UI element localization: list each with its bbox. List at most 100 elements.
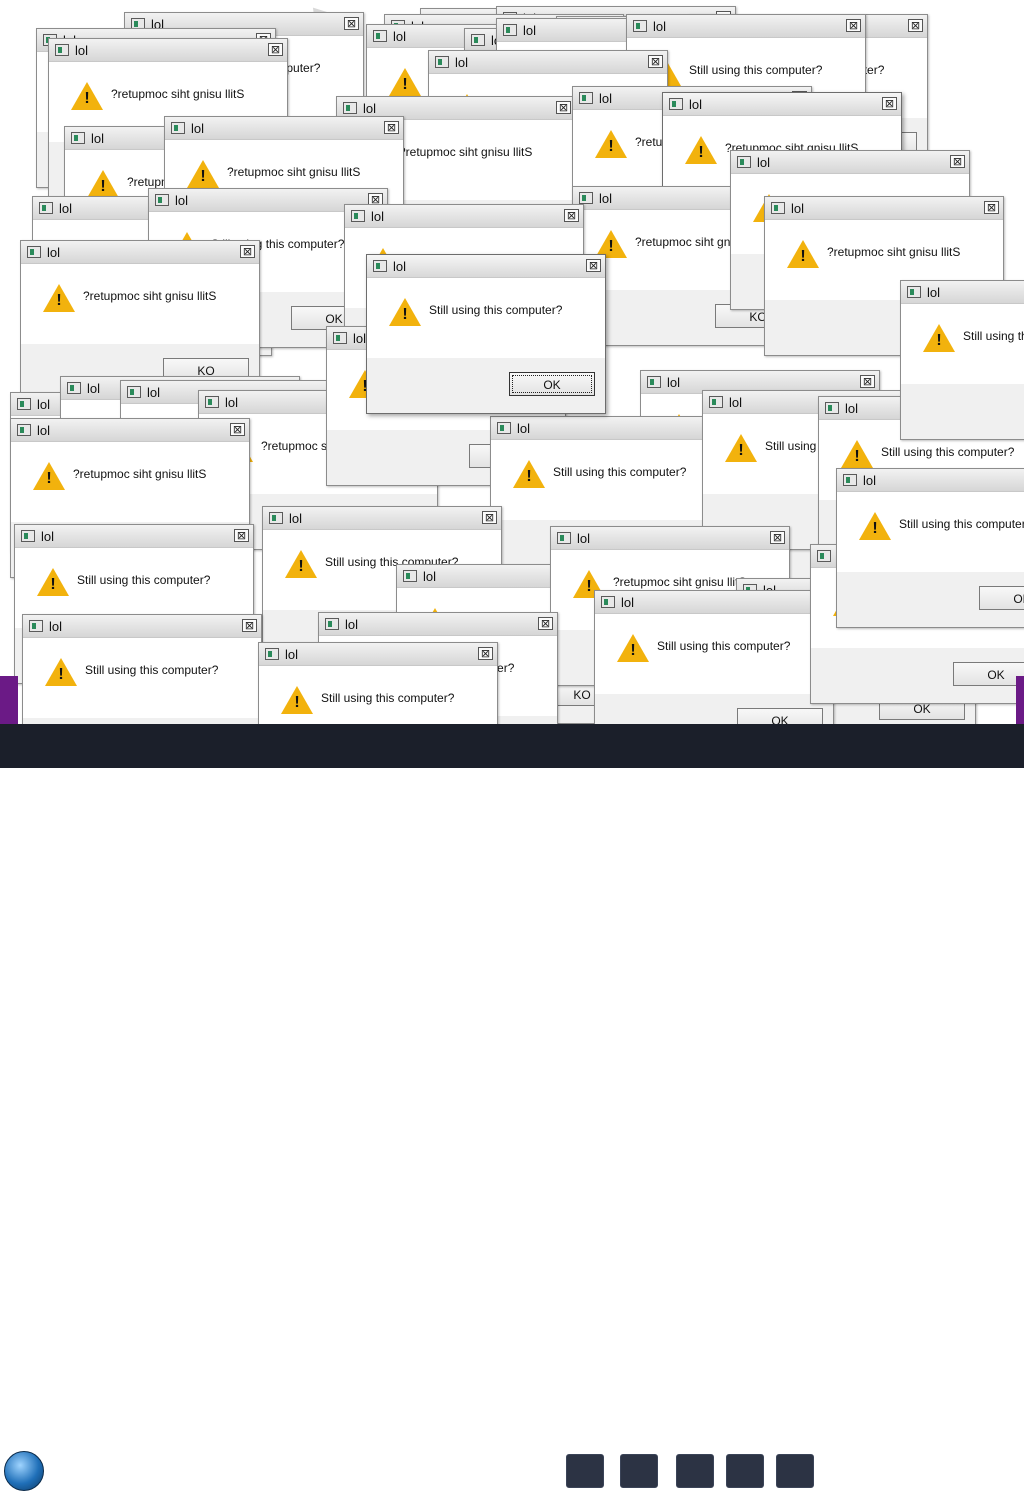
dialog-titlebar[interactable]: lol ⊠ [263, 507, 501, 530]
app-icon [265, 648, 279, 660]
app-icon [601, 596, 615, 608]
dialog-titlebar[interactable]: lol ⊠ [765, 197, 1003, 220]
dialog-titlebar[interactable]: lol ⊠ [491, 417, 729, 440]
close-icon[interactable]: ⊠ [882, 97, 897, 110]
close-icon[interactable]: ⊠ [860, 375, 875, 388]
app-icon [817, 550, 831, 562]
warning-exclamation-icon: ! [608, 238, 614, 255]
dialog-title: lol [599, 191, 613, 206]
close-icon[interactable]: ⊠ [234, 529, 249, 542]
ok-button[interactable]: OK [953, 662, 1024, 686]
dialog-titlebar[interactable]: lol ⊠ [23, 615, 261, 638]
app-icon [669, 98, 683, 110]
dialog-titlebar[interactable]: lol ⊠ [21, 241, 259, 264]
warning-exclamation-icon: ! [936, 332, 942, 349]
close-icon[interactable]: ⊠ [556, 101, 571, 114]
taskbar-app-button[interactable] [620, 1454, 658, 1488]
start-orb-icon[interactable] [4, 1451, 44, 1491]
app-icon [633, 20, 647, 32]
warning-exclamation-icon: ! [84, 90, 90, 107]
dialog-titlebar[interactable]: lol ⊠ [49, 39, 287, 62]
dialog-titlebar[interactable]: lol ⊠ [319, 613, 557, 636]
dialog-titlebar[interactable]: lol ⊠ [837, 469, 1024, 492]
ok-button[interactable]: OK [979, 586, 1024, 610]
dialog-title: lol [87, 381, 101, 396]
close-icon[interactable]: ⊠ [344, 17, 359, 30]
close-icon[interactable]: ⊠ [984, 201, 999, 214]
dialog-title: lol [423, 569, 437, 584]
dialog-titlebar[interactable]: lol ⊠ [165, 117, 403, 140]
app-icon [737, 156, 751, 168]
system-clock[interactable]: 11:48 AM 9/11/2024 [940, 1456, 1004, 1486]
dialog-titlebar[interactable]: lol ⊠ [15, 525, 253, 548]
close-icon[interactable]: ⊠ [478, 647, 493, 660]
warning-exclamation-icon: ! [608, 138, 614, 155]
app-icon [269, 512, 283, 524]
dialog-message: ?retupmoc siht gnisu llitS [227, 165, 361, 179]
dialog-titlebar[interactable]: lol ⊠ [595, 591, 833, 614]
warning-dialog[interactable]: lol ⊠ ! Still using this computer? OK [900, 280, 1024, 440]
dialog-title: lol [225, 395, 239, 410]
close-icon[interactable]: ⊠ [950, 155, 965, 168]
dialog-titlebar[interactable]: lol ⊠ [429, 51, 667, 74]
app-icon [71, 132, 85, 144]
close-icon[interactable]: ⊠ [482, 511, 497, 524]
close-icon[interactable]: ⊠ [846, 19, 861, 32]
warning-exclamation-icon: ! [402, 306, 408, 323]
dialog-message: ?retupmoc siht gnisu llitS [73, 467, 207, 481]
dialog-message: Still using this computer? [899, 517, 1024, 531]
dialog-title: lol [689, 97, 703, 112]
app-icon [55, 44, 69, 56]
warning-exclamation-icon: ! [854, 448, 860, 465]
close-icon[interactable]: ⊠ [538, 617, 553, 630]
close-icon[interactable]: ⊠ [648, 55, 663, 68]
warning-exclamation-icon: ! [294, 694, 300, 711]
dialog-title: lol [517, 421, 531, 436]
dialog-message: Still using this computer? [77, 573, 211, 587]
close-icon[interactable]: ⊠ [908, 19, 923, 32]
close-icon[interactable]: ⊠ [586, 259, 601, 272]
taskbar-app-button[interactable] [566, 1454, 604, 1488]
dialog-title: lol [599, 91, 613, 106]
warning-exclamation-icon: ! [58, 666, 64, 683]
app-icon [403, 570, 417, 582]
warning-dialog[interactable]: lol ⊠ ! Still using this computer? OK [366, 254, 606, 414]
dialog-titlebar[interactable]: lol ⊠ [11, 419, 249, 442]
dialog-message: ?retupmoc siht gnisu llitS [111, 87, 245, 101]
warning-exclamation-icon: ! [800, 248, 806, 265]
ok-button[interactable]: OK [509, 372, 595, 396]
close-icon[interactable]: ⊠ [564, 209, 579, 222]
dialog-titlebar[interactable]: lol ⊠ [367, 255, 605, 278]
app-icon [709, 396, 723, 408]
dialog-message: Still using this computer? [963, 329, 1024, 343]
wallpaper-edge [1016, 676, 1024, 728]
taskbar-app-button[interactable] [676, 1454, 714, 1488]
dialog-titlebar[interactable]: lol ⊠ [901, 281, 1024, 304]
dialog-titlebar[interactable]: lol ⊠ [345, 205, 583, 228]
app-icon [21, 530, 35, 542]
close-icon[interactable]: ⊠ [230, 423, 245, 436]
dialog-title: lol [577, 531, 591, 546]
dialog-titlebar[interactable]: lol ⊠ [731, 151, 969, 174]
close-icon[interactable]: ⊠ [240, 245, 255, 258]
dialog-titlebar[interactable]: lol ⊠ [259, 643, 497, 666]
app-icon [825, 402, 839, 414]
warning-dialog[interactable]: lol ⊠ ! Still using this computer? OK [836, 468, 1024, 628]
dialog-title: lol [363, 101, 377, 116]
dialog-title: lol [455, 55, 469, 70]
dialog-titlebar[interactable]: lol ⊠ [551, 527, 789, 550]
close-icon[interactable]: ⊠ [384, 121, 399, 134]
dialog-title: lol [75, 43, 89, 58]
close-icon[interactable]: ⊠ [242, 619, 257, 632]
app-icon [771, 202, 785, 214]
close-icon[interactable]: ⊠ [268, 43, 283, 56]
app-icon [29, 620, 43, 632]
dialog-title: lol [59, 201, 73, 216]
warning-exclamation-icon: ! [586, 578, 592, 595]
taskbar-app-button[interactable] [776, 1454, 814, 1488]
close-icon[interactable]: ⊠ [770, 531, 785, 544]
dialog-titlebar[interactable]: lol ⊠ [627, 15, 865, 38]
app-icon [67, 382, 81, 394]
taskbar-app-button[interactable] [726, 1454, 764, 1488]
dialog-titlebar[interactable]: lol ⊠ [663, 93, 901, 116]
